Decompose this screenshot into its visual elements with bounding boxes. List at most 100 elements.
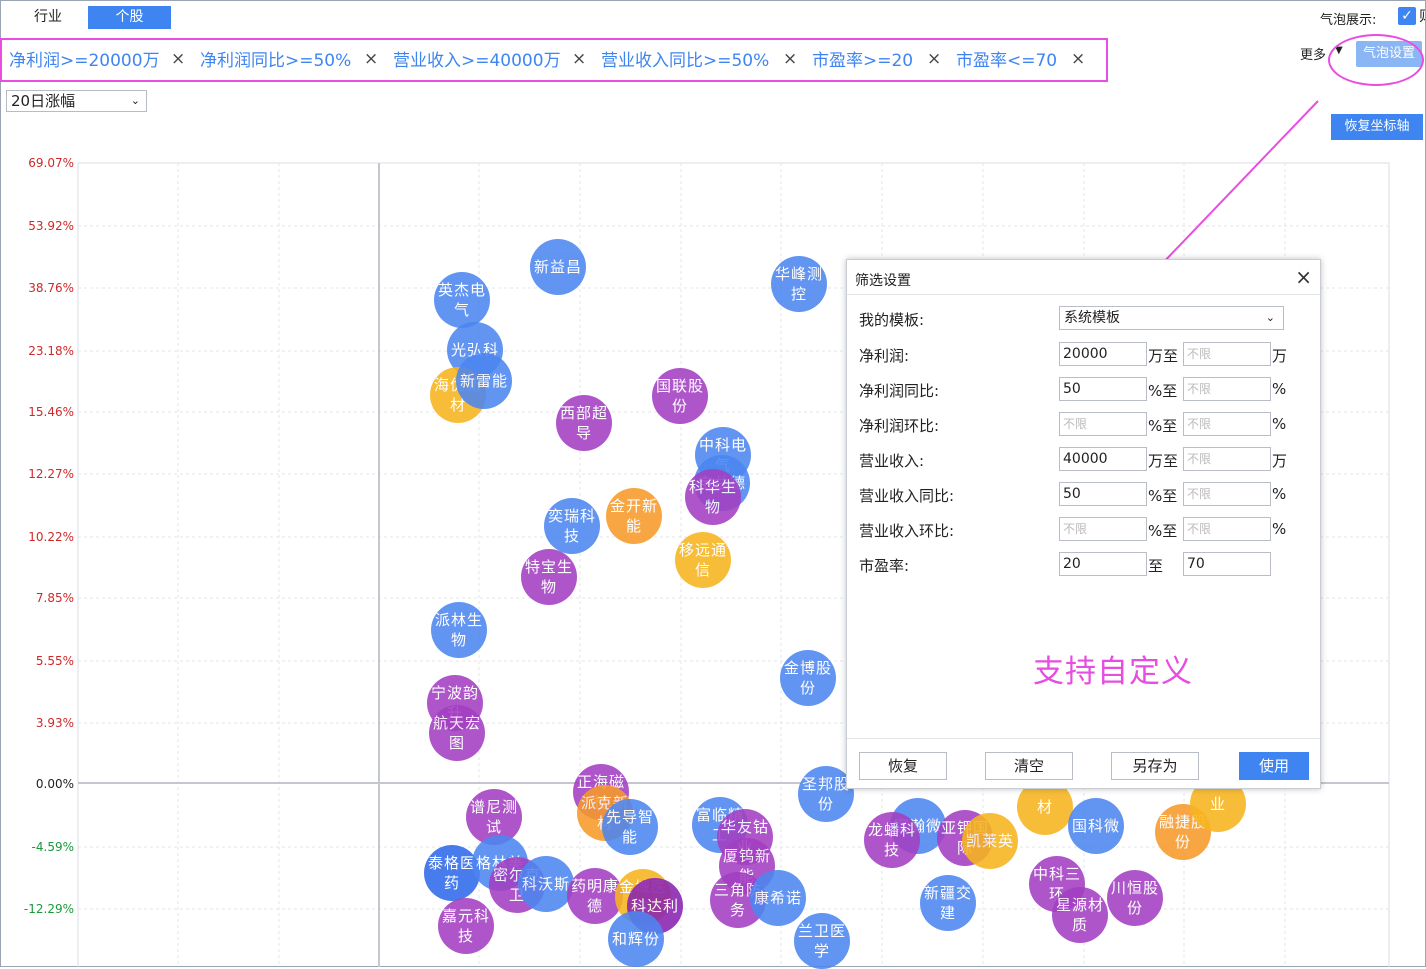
stock-bubble-label: 英杰电气 — [438, 281, 487, 319]
range-from-input[interactable]: 不限 — [1059, 412, 1147, 436]
clear-button[interactable]: 清空 — [985, 752, 1073, 780]
filter-row-label: 营业收入: — [859, 452, 925, 470]
stock-bubble[interactable]: 科沃斯 — [518, 856, 574, 912]
stock-bubble[interactable]: 兰卫医学 — [794, 913, 850, 969]
filter-chip-net-profit[interactable]: 净利润>=20000万 — [9, 50, 160, 72]
range-to-input[interactable]: 不限 — [1183, 517, 1271, 541]
stock-bubble[interactable]: 国科微 — [1068, 798, 1124, 854]
range-from-input[interactable]: 20000 — [1059, 342, 1147, 366]
stock-bubble[interactable]: 和辉份 — [608, 911, 664, 967]
stock-bubble-label: 新雷能 — [460, 372, 509, 390]
restore-button[interactable]: 恢复 — [859, 752, 947, 780]
remove-filter-icon[interactable]: × — [1071, 49, 1085, 69]
stock-bubble[interactable]: 康希诺 — [750, 870, 806, 926]
highlight-ring — [1328, 34, 1424, 86]
remove-filter-icon[interactable]: × — [927, 49, 941, 69]
stock-bubble-label: 谱尼测试 — [470, 798, 519, 836]
stock-bubble[interactable]: 西部超导 — [556, 395, 612, 451]
stock-bubble-label: 康希诺 — [754, 889, 803, 907]
filter-chip-revenue-yoy[interactable]: 营业收入同比>=50% — [601, 50, 769, 72]
save-as-button[interactable]: 另存为 — [1111, 752, 1199, 780]
filter-row-label: 市盈率: — [859, 557, 910, 575]
close-icon[interactable]: × — [1295, 265, 1312, 289]
range-unit: % — [1272, 380, 1287, 398]
stock-bubble-label: 移远通信 — [679, 541, 728, 579]
range-unit: % — [1272, 415, 1287, 433]
stock-bubble-label: 国科微 — [1072, 817, 1121, 835]
filter-chip-pe-max[interactable]: 市盈率<=70 — [956, 50, 1057, 72]
clipped-label: 则 — [1419, 6, 1425, 28]
range-separator: 至 — [1148, 557, 1164, 575]
stock-bubble[interactable]: 特宝生物 — [521, 549, 577, 605]
range-to-input[interactable]: 不限 — [1183, 482, 1271, 506]
stock-bubble[interactable]: 华峰测控 — [771, 256, 827, 312]
stock-bubble[interactable]: 新疆交建 — [920, 875, 976, 931]
chevron-down-icon: ⌄ — [1265, 311, 1275, 324]
stock-bubble[interactable]: 川恒股份 — [1107, 870, 1163, 926]
stock-bubble[interactable]: 星源材质 — [1052, 887, 1108, 943]
range-to-input[interactable]: 不限 — [1183, 412, 1271, 436]
stock-bubble[interactable]: 国联股份 — [652, 368, 708, 424]
y-tick-label: 10.22% — [28, 530, 74, 544]
template-select[interactable]: 系统模板 ⌄ — [1059, 306, 1284, 330]
y-tick-label: 3.93% — [35, 716, 74, 730]
filter-chip-net-profit-yoy[interactable]: 净利润同比>=50% — [200, 50, 351, 72]
range-unit: 万 — [1272, 347, 1288, 365]
y-tick-label: 15.46% — [28, 405, 74, 419]
range-from-input[interactable]: 50 — [1059, 482, 1147, 506]
stock-bubble[interactable]: 凯莱英 — [962, 813, 1018, 869]
stock-bubble-label: 航天宏图 — [433, 714, 482, 752]
more-menu[interactable]: 更多 — [1300, 44, 1326, 63]
filter-chip-revenue[interactable]: 营业收入>=40000万 — [393, 50, 561, 72]
tab-industry[interactable]: 行业 — [18, 6, 78, 29]
stock-bubble[interactable]: 龙蟠科技 — [864, 812, 920, 868]
stock-bubble-label: 金博股份 — [784, 659, 833, 697]
metric-select-value: 20日涨幅 — [11, 92, 76, 110]
stock-bubble[interactable]: 金开新能 — [606, 488, 662, 544]
range-from-input[interactable]: 20 — [1059, 552, 1147, 576]
range-from-input[interactable]: 不限 — [1059, 517, 1147, 541]
remove-filter-icon[interactable]: × — [171, 49, 185, 69]
bubble-display-checkbox[interactable]: ✓ — [1398, 7, 1416, 25]
range-from-input[interactable]: 50 — [1059, 377, 1147, 401]
range-to-input[interactable]: 不限 — [1183, 377, 1271, 401]
stock-bubble[interactable]: 派林生物 — [431, 602, 487, 658]
remove-filter-icon[interactable]: × — [783, 49, 797, 69]
stock-bubble-label: 业 — [1209, 795, 1226, 813]
filter-chip-pe-min[interactable]: 市盈率>=20 — [812, 50, 913, 72]
stock-bubble-label: 西部超导 — [560, 404, 609, 442]
stock-bubble[interactable]: 英杰电气 — [434, 272, 490, 328]
stock-bubble-label: 圣邦股份 — [802, 775, 851, 813]
filter-row-label: 净利润同比: — [859, 382, 940, 400]
stock-bubble-label: 泰格医药 — [428, 854, 477, 892]
metric-select[interactable]: 20日涨幅 ⌄ — [6, 90, 147, 112]
stock-bubble[interactable]: 移远通信 — [675, 532, 731, 588]
stock-bubble[interactable]: 新雷能 — [456, 353, 512, 409]
dialog-header: 筛选设置 × — [847, 260, 1320, 295]
remove-filter-icon[interactable]: × — [572, 49, 586, 69]
stock-bubble[interactable]: 航天宏图 — [429, 705, 485, 761]
y-tick-label: 5.55% — [35, 654, 74, 668]
stock-bubble-label: 奕瑞科技 — [548, 507, 597, 545]
filter-row-label: 净利润: — [859, 347, 910, 365]
apply-button[interactable]: 使用 — [1239, 752, 1309, 780]
stock-bubble[interactable]: 科华生物 — [685, 469, 741, 525]
stock-bubble-label: 金开新能 — [610, 497, 659, 535]
stock-bubble[interactable]: 嘉元科技 — [438, 898, 494, 954]
range-to-input[interactable]: 70 — [1183, 552, 1271, 576]
stock-bubble-label: 华峰测控 — [775, 265, 824, 303]
stock-bubble[interactable]: 金博股份 — [780, 650, 836, 706]
range-to-input[interactable]: 不限 — [1183, 342, 1271, 366]
range-from-input[interactable]: 40000 — [1059, 447, 1147, 471]
stock-bubble[interactable]: 先导智能 — [602, 799, 658, 855]
stock-bubble[interactable]: 泰格医药 — [424, 845, 480, 901]
stock-bubble-label: 派林生物 — [435, 611, 484, 649]
range-to-input[interactable]: 不限 — [1183, 447, 1271, 471]
reset-axis-button[interactable]: 恢复坐标轴 — [1331, 114, 1423, 140]
remove-filter-icon[interactable]: × — [364, 49, 378, 69]
stock-bubble-label: 嘉元科技 — [442, 907, 491, 945]
stock-bubble[interactable]: 新益昌 — [530, 239, 586, 295]
range-separator: %至 — [1148, 487, 1178, 505]
tab-stock[interactable]: 个股 — [88, 6, 171, 29]
stock-bubble[interactable]: 奕瑞科技 — [544, 498, 600, 554]
